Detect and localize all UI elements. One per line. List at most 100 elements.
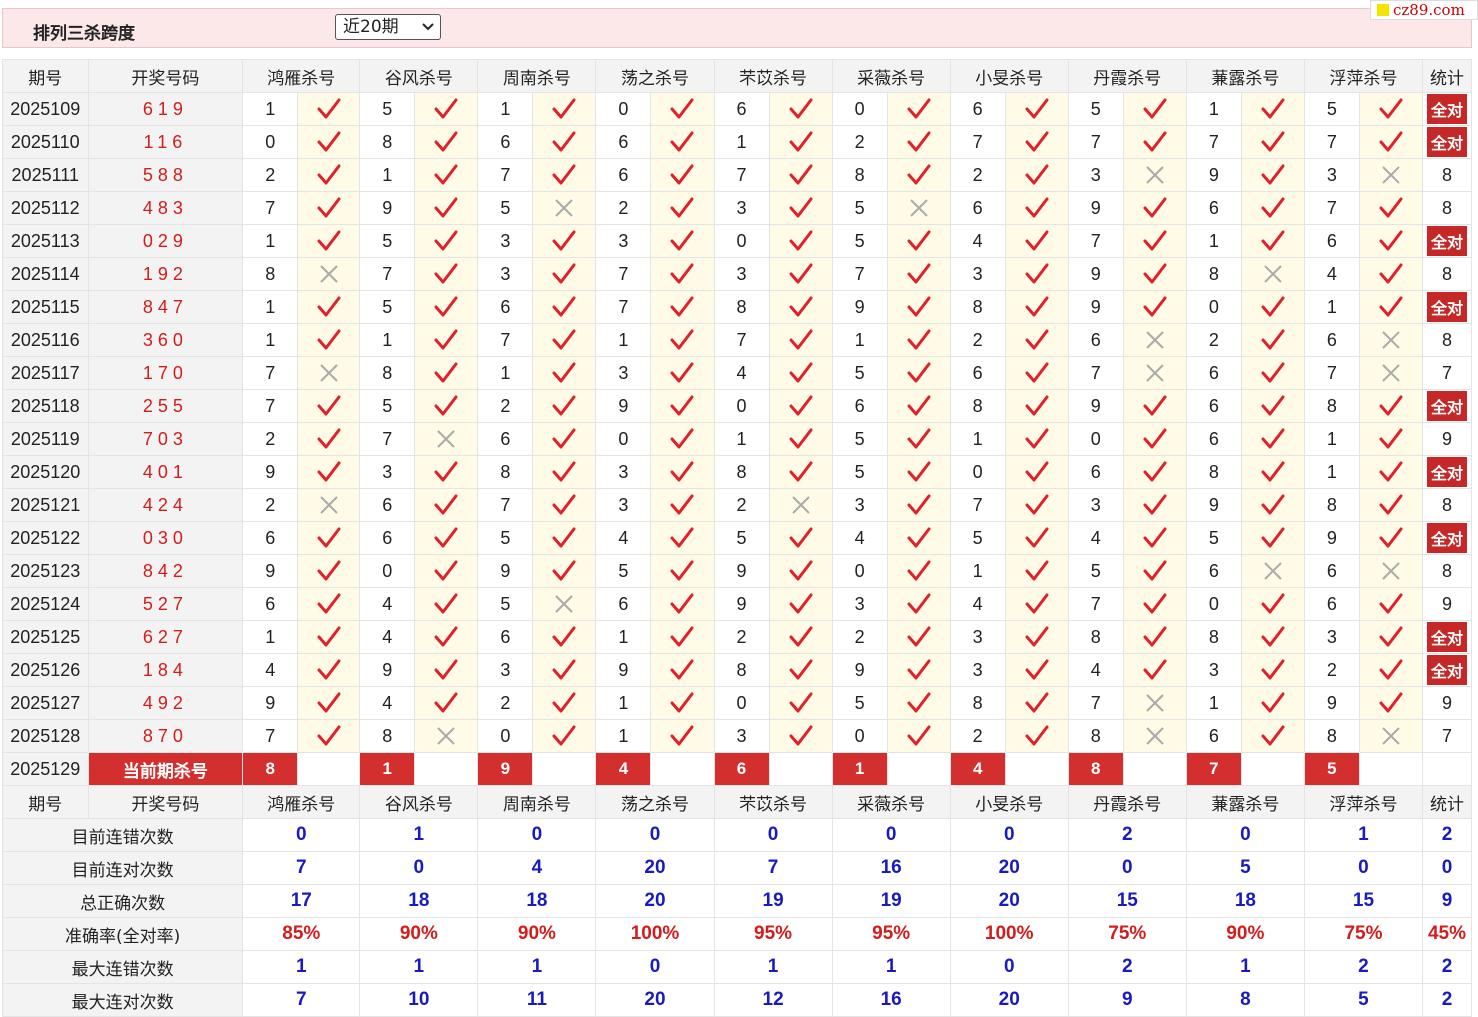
- current-kill-number: 8: [242, 752, 299, 786]
- all-correct-badge: 全对: [1426, 127, 1467, 157]
- kill-number-cell: 6: [1185, 719, 1242, 753]
- draw-number-cell: 255: [87, 389, 244, 423]
- cross-mark-icon: [1358, 323, 1424, 357]
- kill-number-cell: 1: [1303, 422, 1360, 456]
- header-expert[interactable]: 谷风杀号: [359, 59, 479, 93]
- cross-mark-icon: [886, 191, 951, 225]
- kill-number-cell: 3: [595, 356, 652, 390]
- kill-number-cell: 4: [242, 653, 299, 687]
- header-expert[interactable]: 浮萍杀号: [1303, 785, 1424, 819]
- period-select[interactable]: 近20期: [335, 14, 441, 40]
- check-mark-icon: [650, 554, 715, 588]
- stat-cell: 全对: [1422, 290, 1472, 324]
- kill-number-cell: 5: [1067, 554, 1124, 588]
- cross-mark-icon: [297, 356, 361, 390]
- kill-number-cell: 6: [242, 521, 299, 555]
- header-expert[interactable]: 采薇杀号: [831, 785, 951, 819]
- cross-mark-icon: [532, 191, 597, 225]
- header-expert[interactable]: 鸿雁杀号: [242, 59, 361, 93]
- header-expert[interactable]: 丹霞杀号: [1067, 59, 1187, 93]
- check-mark-icon: [297, 455, 361, 489]
- summary-value: 0: [477, 818, 597, 852]
- period-cell: 2025121: [2, 488, 89, 522]
- header-expert[interactable]: 鸿雁杀号: [242, 785, 361, 819]
- header-expert[interactable]: 周南杀号: [477, 59, 597, 93]
- site-badge[interactable]: cz89.com: [1370, 0, 1478, 20]
- header-expert[interactable]: 荡之杀号: [595, 59, 715, 93]
- stat-cell: 7: [1422, 356, 1472, 390]
- kill-number-cell: 8: [1067, 620, 1124, 654]
- stat-cell: 全对: [1422, 92, 1472, 126]
- check-mark-icon: [1122, 290, 1187, 324]
- header-expert[interactable]: 浮萍杀号: [1303, 59, 1424, 93]
- kill-number-cell: 3: [477, 257, 534, 291]
- header-expert[interactable]: 蒹露杀号: [1185, 785, 1305, 819]
- check-mark-icon: [414, 224, 479, 258]
- summary-value: 1: [359, 950, 479, 984]
- current-kill-number: 1: [359, 752, 416, 786]
- table-row: 2025119 703 2 7 6 0 1 5 1 0 6 1 9: [2, 422, 1472, 456]
- all-correct-badge: 全对: [1426, 292, 1467, 322]
- check-mark-icon: [1122, 620, 1187, 654]
- summary-value: 0: [831, 818, 951, 852]
- header-expert[interactable]: 荡之杀号: [595, 785, 715, 819]
- check-mark-icon: [532, 620, 597, 654]
- kill-number-cell: 8: [713, 290, 770, 324]
- check-mark-icon: [297, 554, 361, 588]
- kill-number-cell: 9: [713, 554, 770, 588]
- header-expert[interactable]: 蒹露杀号: [1185, 59, 1305, 93]
- header-expert[interactable]: 小旻杀号: [949, 59, 1069, 93]
- kill-number-cell: 8: [713, 455, 770, 489]
- kill-number-cell: 3: [949, 257, 1006, 291]
- summary-value: 0: [1067, 851, 1187, 885]
- check-mark-icon: [768, 521, 833, 555]
- check-mark-icon: [1240, 686, 1305, 720]
- kill-number-cell: 6: [1303, 554, 1360, 588]
- check-mark-icon: [1358, 587, 1424, 621]
- all-correct-badge: 全对: [1426, 622, 1467, 652]
- kill-number-cell: 2: [242, 488, 299, 522]
- kill-number-cell: 9: [1067, 290, 1124, 324]
- kill-number-cell: 0: [713, 224, 770, 258]
- check-mark-icon: [532, 323, 597, 357]
- table-row: 2025123 842 9 0 9 5 9 0 1 5 6 6 8: [2, 554, 1472, 588]
- kill-number-cell: 9: [1185, 488, 1242, 522]
- check-mark-icon: [414, 587, 479, 621]
- check-mark-icon: [650, 158, 715, 192]
- header-expert[interactable]: 采薇杀号: [831, 59, 951, 93]
- current-period-row: 2025129 当前期杀号 8 1 9 4 6 1 4 8 7 5: [2, 752, 1472, 786]
- kill-number-cell: 1: [242, 92, 299, 126]
- check-mark-icon: [886, 323, 951, 357]
- period-cell: 2025123: [2, 554, 89, 588]
- kill-number-cell: 5: [713, 521, 770, 555]
- check-mark-icon: [297, 719, 361, 753]
- kill-number-cell: 1: [1185, 224, 1242, 258]
- header-expert[interactable]: 小旻杀号: [949, 785, 1069, 819]
- header-expert[interactable]: 芣苡杀号: [713, 785, 833, 819]
- header-expert[interactable]: 周南杀号: [477, 785, 597, 819]
- check-mark-icon: [414, 455, 479, 489]
- header-expert[interactable]: 丹霞杀号: [1067, 785, 1187, 819]
- check-mark-icon: [532, 125, 597, 159]
- kill-number-cell: 0: [1185, 290, 1242, 324]
- header-expert[interactable]: 谷风杀号: [359, 785, 479, 819]
- current-kill-number: 6: [713, 752, 770, 786]
- header-expert[interactable]: 芣苡杀号: [713, 59, 833, 93]
- kill-number-cell: 2: [713, 488, 770, 522]
- check-mark-icon: [650, 191, 715, 225]
- kill-number-cell: 2: [477, 389, 534, 423]
- check-mark-icon: [768, 191, 833, 225]
- stat-cell: 9: [1422, 587, 1472, 621]
- badge-square-icon: [1377, 4, 1389, 16]
- summary-value: 16: [831, 983, 951, 1017]
- cross-mark-icon: [1240, 554, 1305, 588]
- check-mark-icon: [532, 521, 597, 555]
- draw-number-cell: 847: [87, 290, 244, 324]
- kill-number-cell: 7: [477, 158, 534, 192]
- summary-value: 0: [359, 851, 479, 885]
- kill-number-cell: 3: [1067, 488, 1124, 522]
- blank-cell: [768, 752, 833, 786]
- kill-number-cell: 0: [595, 92, 652, 126]
- check-mark-icon: [414, 125, 479, 159]
- summary-value: 8: [1185, 983, 1305, 1017]
